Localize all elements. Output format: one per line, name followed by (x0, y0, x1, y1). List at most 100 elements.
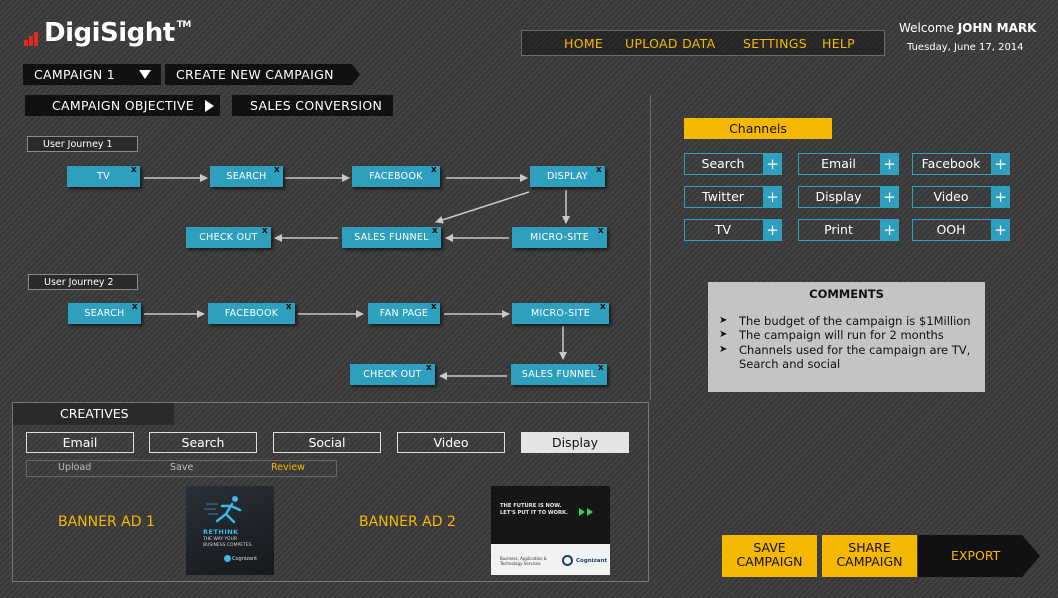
journey1-node-search[interactable]: SEARCH x (210, 165, 283, 187)
play-icon (587, 508, 593, 516)
journey1-node-facebook[interactable]: FACEBOOK x (352, 165, 440, 187)
comments-title: COMMENTS (809, 287, 884, 301)
journey1-node-check-out[interactable]: CHECK OUT x (186, 226, 271, 248)
channel-print[interactable]: Print + (798, 219, 899, 241)
channel-search[interactable]: Search + (684, 153, 782, 175)
remove-node-icon[interactable]: x (432, 221, 438, 242)
save-line-1: SAVE (753, 540, 786, 555)
comment-text: The campaign will run for 2 months (739, 328, 944, 342)
journey1-node-sales-funnel[interactable]: SALES FUNNEL x (342, 226, 441, 248)
journey1-node-display[interactable]: DISPLAY x (530, 165, 605, 187)
remove-node-icon[interactable]: x (132, 297, 138, 318)
creatives-title: CREATIVES (13, 403, 174, 425)
remove-node-icon[interactable]: x (598, 221, 604, 242)
add-channel-icon[interactable]: + (991, 153, 1010, 175)
channel-email[interactable]: Email + (798, 153, 899, 175)
nav-help[interactable]: HELP (822, 36, 855, 51)
remove-node-icon[interactable]: x (600, 297, 606, 318)
channel-label: OOH (936, 222, 966, 237)
review-action[interactable]: Review (271, 462, 305, 473)
node-label: FACEBOOK (224, 308, 279, 319)
journey2-node-search[interactable]: SEARCH x (68, 302, 141, 324)
node-label: DISPLAY (546, 171, 589, 182)
add-channel-icon[interactable]: + (763, 153, 782, 175)
journey1-node-micro-site[interactable]: MICRO-SITE x (512, 226, 607, 248)
upload-action[interactable]: Upload (58, 462, 91, 473)
banner-ad-2-thumbnail[interactable]: THE FUTURE IS NOW. LET'S PUT IT TO WORK.… (491, 486, 610, 575)
node-label: SALES FUNNEL (354, 232, 429, 243)
node-label: MICRO-SITE (529, 232, 590, 243)
arrow-display-salesfunnel (435, 191, 530, 224)
remove-node-icon[interactable]: x (426, 358, 432, 379)
channel-ooh[interactable]: OOH + (912, 219, 1010, 241)
add-channel-icon[interactable]: + (763, 219, 782, 241)
journey1-node-tv[interactable]: TV x (67, 165, 140, 187)
channel-video[interactable]: Video + (912, 186, 1010, 208)
thumb1-brand: Cognizant (232, 556, 258, 562)
journey2-node-micro-site[interactable]: MICRO-SITE x (512, 302, 609, 324)
node-label: SALES FUNNEL (521, 369, 597, 380)
node-label: TV (97, 171, 110, 182)
channels-header: Channels (684, 118, 832, 139)
nav-settings[interactable]: SETTINGS (743, 36, 807, 51)
comment-text: The budget of the campaign is $1Million (739, 314, 971, 328)
tab-video[interactable]: Video (397, 432, 505, 453)
thumb1-headline: RETHINK (203, 528, 239, 536)
save-action[interactable]: Save (170, 462, 193, 473)
thumb2-brand: Cognizant (576, 558, 608, 564)
remove-node-icon[interactable]: x (262, 221, 268, 242)
add-channel-icon[interactable]: + (763, 186, 782, 208)
thumb2-headline-2: LET'S PUT IT TO WORK. (500, 510, 569, 516)
remove-node-icon[interactable]: x (596, 160, 602, 181)
export-button[interactable]: EXPORT (918, 535, 1040, 577)
bullet-arrow-icon: ➤ (719, 344, 728, 355)
remove-node-icon[interactable]: x (274, 160, 280, 181)
banner-ad-1-thumbnail[interactable]: RETHINK THE WAY YOUR BUSINESS COMPETES. … (186, 486, 274, 575)
remove-node-icon[interactable]: x (431, 160, 437, 181)
tab-social[interactable]: Social (273, 432, 381, 453)
welcome-prefix: Welcome (899, 21, 954, 35)
remove-node-icon[interactable]: x (598, 358, 604, 379)
tab-search[interactable]: Search (149, 432, 257, 453)
node-label: CHECK OUT (363, 369, 422, 380)
comment-item: ➤ Channels used for the campaign are TV,… (719, 343, 975, 371)
comment-item: ➤ The budget of the campaign is $1Millio… (719, 314, 975, 328)
cognizant-logo-icon (224, 555, 231, 562)
add-channel-icon[interactable]: + (880, 186, 899, 208)
journey2-node-check-out[interactable]: CHECK OUT x (350, 363, 435, 385)
channel-facebook[interactable]: Facebook + (912, 153, 1010, 175)
journey2-node-sales-funnel[interactable]: SALES FUNNEL x (511, 363, 607, 385)
save-campaign-button[interactable]: SAVE CAMPAIGN (722, 535, 817, 577)
add-channel-icon[interactable]: + (880, 153, 899, 175)
play-icon (579, 508, 585, 516)
thumb2-headline-1: THE FUTURE IS NOW. (500, 503, 562, 509)
add-channel-icon[interactable]: + (880, 219, 899, 241)
channel-label: Display (815, 189, 862, 204)
cognizant-logo-icon (562, 555, 573, 566)
share-line-1: SHARE (848, 540, 891, 555)
channel-display[interactable]: Display + (798, 186, 899, 208)
node-label: SEARCH (84, 308, 125, 319)
channel-label: Print (824, 222, 853, 237)
remove-node-icon[interactable]: x (431, 297, 437, 318)
share-campaign-button[interactable]: SHARE CAMPAIGN (822, 535, 917, 577)
remove-node-icon[interactable]: x (131, 160, 137, 181)
channel-twitter[interactable]: Twitter + (684, 186, 782, 208)
save-line-2: CAMPAIGN (736, 554, 803, 569)
channel-tv[interactable]: TV + (684, 219, 782, 241)
runner-icon (204, 496, 242, 524)
thumb1-line-2: BUSINESS COMPETES. (203, 543, 253, 548)
channel-label: TV (714, 222, 732, 237)
tab-display[interactable]: Display (521, 432, 629, 453)
journey2-node-facebook[interactable]: FACEBOOK x (208, 302, 295, 324)
bullet-arrow-icon: ➤ (719, 329, 728, 340)
journey2-node-fan-page[interactable]: FAN PAGE x (368, 302, 440, 324)
thumb2-sub-2: Technology Services (500, 561, 541, 566)
tab-email[interactable]: Email (26, 432, 134, 453)
add-channel-icon[interactable]: + (991, 219, 1010, 241)
channel-label: Search (701, 156, 745, 171)
node-label: FAN PAGE (379, 308, 429, 319)
add-channel-icon[interactable]: + (991, 186, 1010, 208)
channel-label: Facebook (921, 156, 981, 171)
remove-node-icon[interactable]: x (286, 297, 292, 318)
